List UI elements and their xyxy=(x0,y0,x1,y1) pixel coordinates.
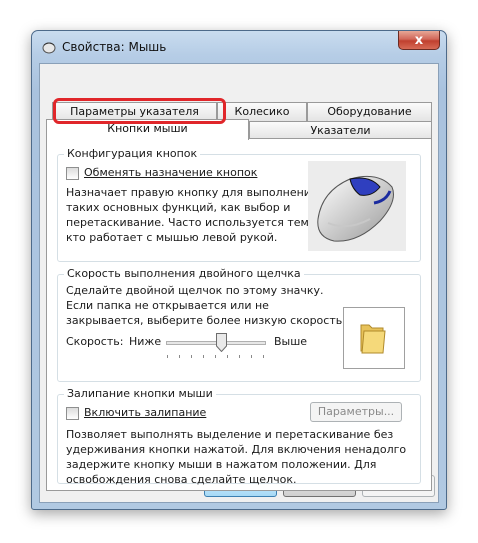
slider-tick xyxy=(251,355,252,358)
group-title: Скорость выполнения двойного щелчка xyxy=(64,267,304,280)
description-line: Позволяет выполнять выделение и перетаск… xyxy=(66,428,394,441)
mouse-properties-window: Свойства: Мышь x Параметры указателя Кол… xyxy=(31,30,447,510)
swap-buttons-checkbox[interactable] xyxy=(66,167,79,180)
mouse-illustration xyxy=(308,161,406,251)
tab-panel-mouse-buttons: Конфигурация кнопок Обменять назначение … xyxy=(46,138,432,491)
click-lock-group: Залипание кнопки мыши Включить залипание… xyxy=(57,387,421,487)
speed-label-text: Скорость: xyxy=(66,335,124,348)
slider-tick xyxy=(191,355,192,358)
description-line: перетаскивание. Часто используется теми, xyxy=(66,216,320,229)
speed-fast-label: Выше xyxy=(274,335,308,348)
slider-tick xyxy=(263,355,264,358)
speed-slider-thumb[interactable] xyxy=(216,333,227,352)
tab-pointers[interactable]: Указатели xyxy=(249,121,432,139)
click-lock-settings-button[interactable]: Параметры... xyxy=(310,402,402,422)
speed-slow-label: Ниже xyxy=(129,335,162,348)
slider-tick xyxy=(239,355,240,358)
slider-tick xyxy=(167,355,168,358)
window-title: Свойства: Мышь xyxy=(62,40,167,54)
click-lock-label[interactable]: Включить залипание xyxy=(84,406,206,419)
double-click-test-area[interactable] xyxy=(343,307,405,369)
group-title: Конфигурация кнопок xyxy=(64,147,201,160)
title-bar[interactable]: Свойства: Мышь x xyxy=(32,31,446,63)
click-lock-description: Позволяет выполнять выделение и перетаск… xyxy=(66,427,406,487)
tab-highlight-outline xyxy=(53,98,226,124)
button-config-description: Назначает правую кнопку для выполнения т… xyxy=(66,185,319,245)
close-icon: x xyxy=(414,32,424,48)
slider-tick xyxy=(215,355,216,358)
description-line: удерживания кнопки нажатой. Для включени… xyxy=(66,443,407,456)
swap-buttons-text: Обменять назначение кнопок xyxy=(84,166,258,179)
button-config-group: Конфигурация кнопок Обменять назначение … xyxy=(57,147,421,262)
double-click-description: Сделайте двойной щелчок по этому значку.… xyxy=(66,283,346,328)
swap-buttons-label[interactable]: Обменять назначение кнопок xyxy=(84,166,257,179)
description-line: Если папка не открывается или не xyxy=(66,299,269,312)
description-line: освобождения снова сделайте щелчок. xyxy=(66,473,297,486)
group-title: Залипание кнопки мыши xyxy=(64,387,216,400)
description-line: таких основных функций, как выбор и xyxy=(66,201,291,214)
tab-label: Оборудование xyxy=(327,105,412,118)
description-line: закрывается, выберите более низкую скоро… xyxy=(66,314,346,327)
double-click-speed-group: Скорость выполнения двойного щелчка Сдел… xyxy=(57,267,421,382)
description-line: кто работает с мышью левой рукой. xyxy=(66,231,278,244)
tab-hardware[interactable]: Оборудование xyxy=(307,102,432,121)
mouse-app-icon xyxy=(42,42,56,54)
click-lock-checkbox[interactable] xyxy=(66,407,79,420)
close-button[interactable]: x xyxy=(398,31,440,50)
dialog-client-area: Параметры указателя Колесико Оборудовани… xyxy=(39,63,439,503)
slider-tick xyxy=(227,355,228,358)
tab-label: Указатели xyxy=(310,124,371,137)
tab-label: Колесико xyxy=(234,105,290,118)
speed-label: Скорость: xyxy=(66,335,123,348)
click-lock-text: Включить залипание xyxy=(84,406,207,419)
folder-icon[interactable] xyxy=(359,321,387,355)
description-line: задержите кнопку мыши в нажатом положени… xyxy=(66,458,377,471)
slider-tick xyxy=(179,355,180,358)
description-line: Сделайте двойной щелчок по этому значку. xyxy=(66,284,324,297)
description-line: Назначает правую кнопку для выполнения xyxy=(66,186,318,199)
slider-tick xyxy=(203,355,204,358)
